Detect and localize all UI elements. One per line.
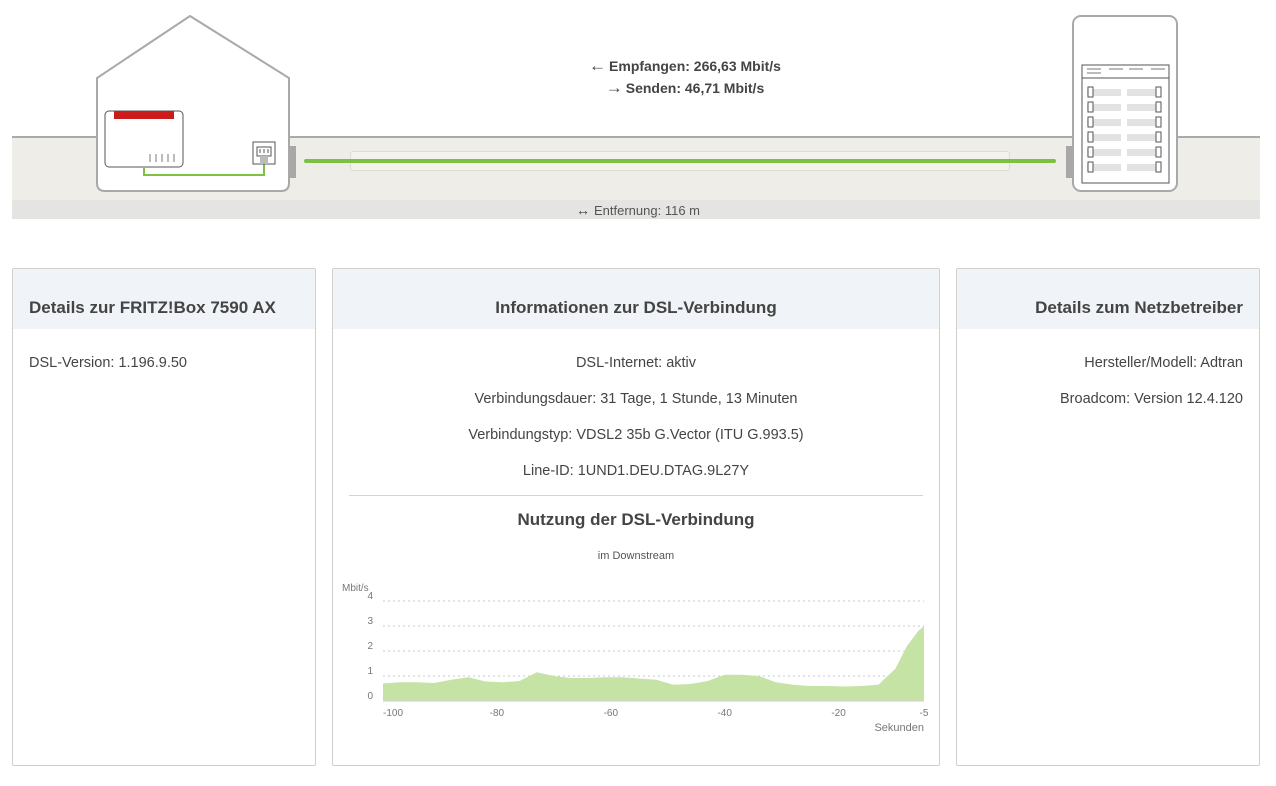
dsl-connection-body: DSL-Internet: aktiv Verbindungsdauer: 31… <box>333 329 939 495</box>
usage-subtitle: im Downstream <box>597 550 675 562</box>
cabinet-port <box>1087 131 1094 143</box>
x-tick-label: -40 <box>717 708 732 719</box>
router-icon <box>104 110 184 168</box>
device-details-panel: Details zur FRITZ!Box 7590 AX DSL-Versio… <box>12 268 316 766</box>
x-axis-label: Sekunden <box>874 722 924 734</box>
dsl-internet-status: DSL-Internet: aktiv <box>575 355 697 371</box>
operator-details-panel: Details zum Netzbetreiber Hersteller/Mod… <box>956 268 1260 766</box>
x-tick-label: -60 <box>604 708 619 719</box>
downstream-chart: 0 1 2 3 4 Mbit/s -100 -80 -60 -40 -20 -5 Sekunden <box>339 577 935 747</box>
dsl-line <box>304 159 1056 163</box>
broadcom-version: Broadcom: Version 12.4.120 <box>1060 391 1243 407</box>
send-row: → Senden: 46,71 Mbit/s <box>560 77 810 99</box>
cabinet-port <box>1155 146 1162 158</box>
x-tick-label: -100 <box>383 708 403 719</box>
x-tick-label: -20 <box>831 708 846 719</box>
cabinet-port <box>1087 116 1094 128</box>
downstream-chart-svg: 01234Mbit/s-100 -80 -60 -40 -20 -5Sekunden <box>342 583 929 734</box>
divider <box>349 495 923 496</box>
receive-rate: Empfangen: 266,63 Mbit/s <box>609 58 781 74</box>
y-tick-label: 0 <box>367 691 373 702</box>
cabinet-port <box>1087 86 1094 98</box>
cabinet-port <box>1087 161 1094 173</box>
dsl-connection-panel: Informationen zur DSL-Verbindung DSL-Int… <box>332 268 940 766</box>
y-tick-label: 2 <box>367 641 373 652</box>
cabinet-port <box>1155 161 1162 173</box>
y-tick-label: 1 <box>367 666 373 677</box>
downstream-area <box>383 626 924 701</box>
distance-label: ↔ Entfernung: 116 m <box>0 202 1276 218</box>
distance-value: Entfernung: 116 m <box>594 203 700 218</box>
cabinet-port <box>1087 146 1094 158</box>
house-icon <box>96 15 290 192</box>
cabinet-port <box>1155 101 1162 113</box>
x-tick-label: -5 <box>920 708 929 719</box>
connection-type: Verbindungstyp: VDSL2 35b G.Vector (ITU … <box>468 427 804 443</box>
y-axis-label: Mbit/s <box>342 583 369 594</box>
connection-diagram: ↔ Entfernung: 116 m ← Empfangen: 266,63 … <box>0 0 1276 225</box>
send-rate: Senden: 46,71 Mbit/s <box>625 80 765 96</box>
street-cabinet-icon <box>1072 15 1178 192</box>
double-arrow-icon: ↔ <box>576 202 590 218</box>
receive-row: ← Empfangen: 266,63 Mbit/s <box>560 55 810 77</box>
speed-info: ← Empfangen: 266,63 Mbit/s → Senden: 46,71… <box>560 55 810 99</box>
connection-duration: Verbindungsdauer: 31 Tage, 1 Stunde, 13 … <box>474 391 798 407</box>
device-details-title: Details zur FRITZ!Box 7590 AX <box>13 269 315 329</box>
arrow-right-icon: → <box>605 78 623 97</box>
device-details-body: DSL-Version: 1.196.9.50 <box>13 329 315 397</box>
operator-details-body: Hersteller/Modell: Adtran Broadcom: Vers… <box>957 329 1259 433</box>
line-id: Line-ID: 1UND1.DEU.DTAG.9L27Y <box>522 463 750 479</box>
cabinet-port <box>1155 86 1162 98</box>
operator-model: Hersteller/Modell: Adtran <box>1084 355 1243 371</box>
y-tick-label: 3 <box>367 616 373 627</box>
dsl-version: DSL-Version: 1.196.9.50 <box>29 355 187 371</box>
operator-details-title: Details zum Netzbetreiber <box>957 269 1259 329</box>
usage-title: Nutzung der DSL-Verbindung <box>517 510 755 529</box>
dsl-connection-title: Informationen zur DSL-Verbindung <box>333 269 939 329</box>
wall-socket-icon <box>252 141 276 165</box>
cabinet-port <box>1155 131 1162 143</box>
cabinet-port <box>1087 101 1094 113</box>
x-tick-label: -80 <box>490 708 505 719</box>
cabinet-port <box>1155 116 1162 128</box>
arrow-left-icon: ← <box>589 56 607 75</box>
